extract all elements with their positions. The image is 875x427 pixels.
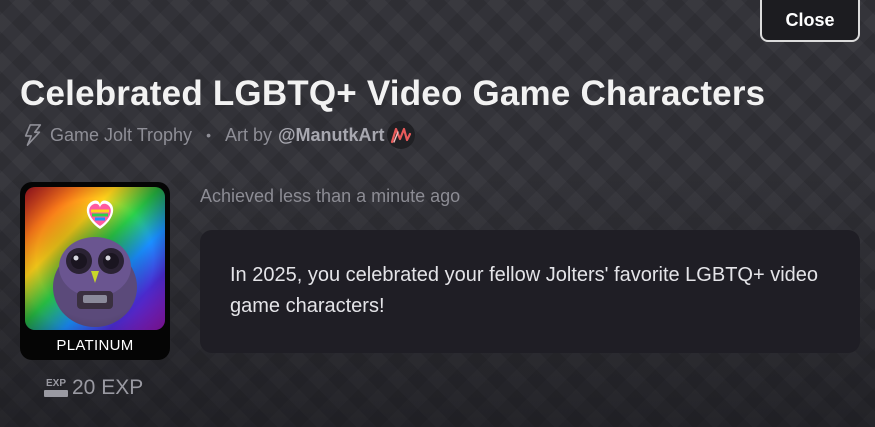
exp-value: 20 EXP [72, 376, 144, 399]
game-jolt-bolt-icon [24, 124, 42, 146]
trophy-artwork [25, 187, 165, 330]
achieved-timestamp: Achieved less than a minute ago [200, 186, 461, 206]
artist-handle-link[interactable]: @ManutkArt [278, 125, 385, 146]
trophy-tier-label: PLATINUM [56, 337, 134, 354]
artist-avatar[interactable] [386, 121, 415, 149]
exp-reward: EXP 20 EXP [44, 376, 143, 400]
trophy-meta: Game Jolt Trophy • Art by @ManutkArt [22, 121, 415, 149]
separator-dot: • [206, 127, 211, 143]
trophy-title: Celebrated LGBTQ+ Video Game Characters [20, 74, 766, 113]
artist-logo-icon [390, 127, 411, 144]
owl-mascot-illustration [25, 187, 165, 330]
trophy-thumbnail: PLATINUM [20, 182, 170, 360]
exp-icon: EXP [44, 379, 68, 397]
trophy-description: In 2025, you celebrated your fellow Jolt… [230, 264, 819, 317]
trophy-description-box: In 2025, you celebrated your fellow Jolt… [200, 230, 860, 353]
trophy-source: Game Jolt Trophy [50, 124, 193, 145]
close-button[interactable]: Close [760, 0, 860, 42]
art-by-label: Art by [224, 124, 272, 145]
exp-icon-text: EXP [45, 378, 66, 389]
